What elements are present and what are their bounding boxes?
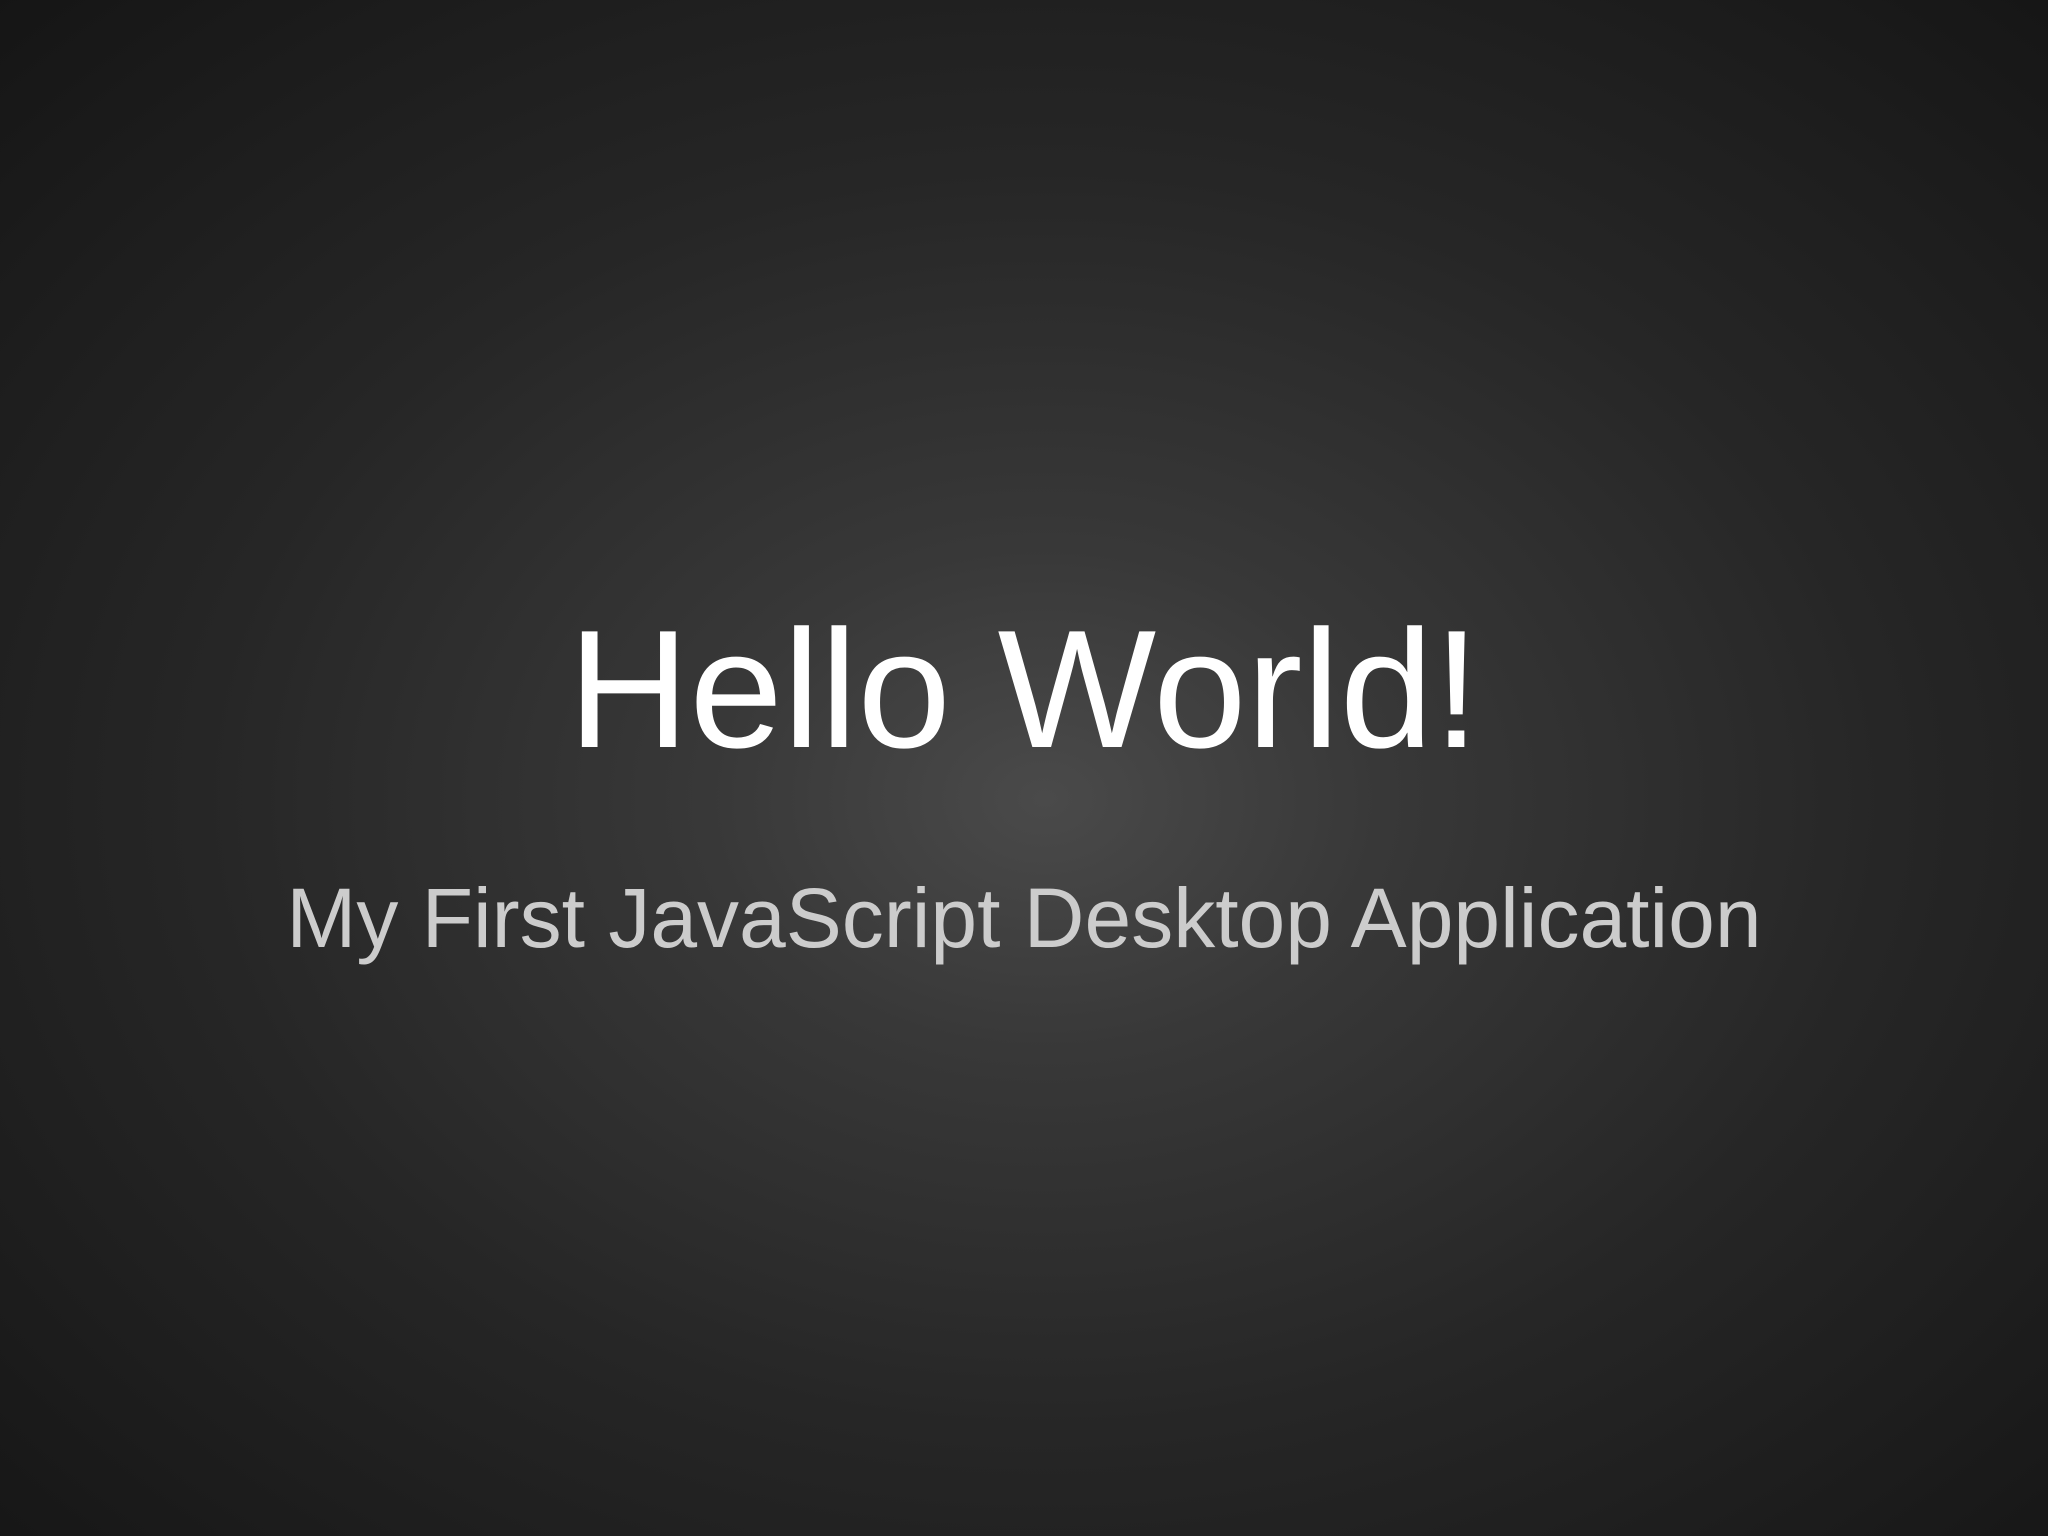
slide-canvas: Hello World! My First JavaScript Desktop… bbox=[0, 0, 2048, 1536]
slide-subtitle: My First JavaScript Desktop Application bbox=[286, 871, 1762, 965]
slide-title: Hello World! bbox=[568, 595, 1480, 783]
